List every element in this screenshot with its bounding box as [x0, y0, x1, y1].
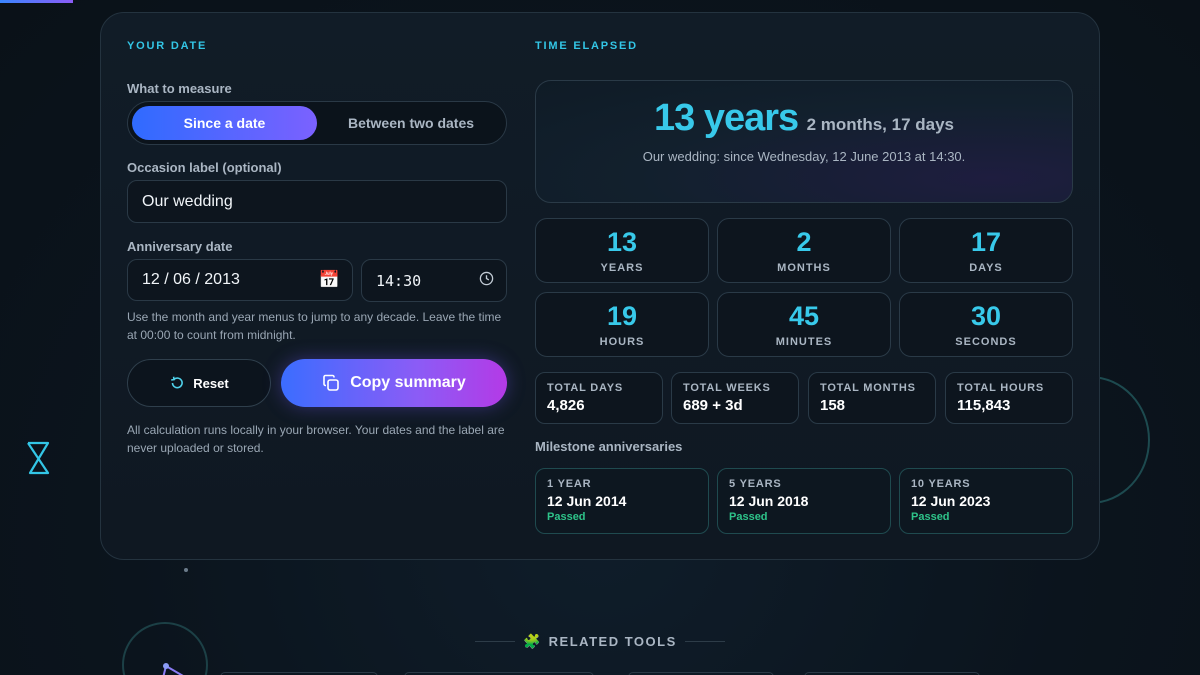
milestone-status: Passed: [547, 511, 586, 523]
milestone-card: 1 YEAR 12 Jun 2014 Passed: [535, 468, 709, 534]
unit-hours: 19 HOURS: [535, 292, 709, 357]
total-label: TOTAL DAYS: [547, 382, 624, 394]
milestone-label: 10 YEARS: [911, 478, 971, 490]
unit-label: SECONDS: [955, 336, 1017, 348]
puzzle-icon: 🧩: [523, 632, 541, 649]
calculator-card: YOUR DATE What to measure Since a date B…: [100, 12, 1100, 560]
date-input[interactable]: 12 / 06 / 2013 📅: [127, 259, 353, 301]
total-value: 689 + 3d: [683, 397, 743, 414]
reset-button[interactable]: Reset: [127, 359, 271, 407]
unit-value: 2: [796, 227, 812, 257]
reset-button-label: Reset: [193, 375, 229, 391]
anniversary-date-label: Anniversary date: [127, 239, 233, 254]
total-hours-box: TOTAL HOURS 115,843: [945, 372, 1073, 424]
total-value: 115,843: [957, 397, 1011, 414]
copy-summary-label: Copy summary: [350, 374, 466, 391]
clock-icon[interactable]: [479, 271, 494, 291]
unit-months: 2 MONTHS: [717, 218, 891, 283]
unit-value: 19: [606, 301, 638, 331]
elapsed-remainder: 2 months, 17 days: [806, 115, 954, 134]
reset-icon: [171, 376, 184, 389]
milestone-date: 12 Jun 2023: [911, 493, 991, 509]
unit-seconds: 30 SECONDS: [899, 292, 1073, 357]
section-title-your-date: YOUR DATE: [127, 40, 208, 52]
unit-days: 17 DAYS: [899, 218, 1073, 283]
unit-label: YEARS: [600, 262, 644, 274]
total-months-box: TOTAL MONTHS 158: [808, 372, 936, 424]
toggle-since-date[interactable]: Since a date: [132, 106, 317, 140]
milestone-status: Passed: [729, 511, 768, 523]
total-label: TOTAL MONTHS: [820, 382, 916, 394]
unit-value: 17: [970, 227, 1002, 257]
unit-label: MONTHS: [777, 262, 831, 274]
toggle-between-dates[interactable]: Between two dates: [318, 106, 504, 140]
unit-years: 13 YEARS: [535, 218, 709, 283]
total-label: TOTAL WEEKS: [683, 382, 771, 394]
occasion-label: Occasion label (optional): [127, 160, 282, 175]
unit-label: HOURS: [599, 336, 645, 348]
total-label: TOTAL HOURS: [957, 382, 1045, 394]
milestone-card: 5 YEARS 12 Jun 2018 Passed: [717, 468, 891, 534]
occasion-input-value: Our wedding: [142, 192, 233, 210]
measure-label: What to measure: [127, 81, 232, 96]
milestone-label: 1 YEAR: [547, 478, 592, 490]
milestone-date: 12 Jun 2014: [547, 493, 627, 509]
milestone-status: Passed: [911, 511, 950, 523]
total-days-box: TOTAL DAYS 4,826: [535, 372, 663, 424]
compass-icon: [122, 622, 208, 675]
divider: [684, 640, 725, 642]
unit-value: 45: [788, 301, 820, 331]
milestone-label: 5 YEARS: [729, 478, 782, 490]
unit-value: 30: [970, 301, 1002, 331]
unit-label: MINUTES: [775, 336, 833, 348]
copy-icon: [323, 374, 340, 391]
milestone-date: 12 Jun 2018: [729, 493, 809, 509]
date-help-text: Use the month and year menus to jump to …: [127, 310, 502, 342]
scroll-progress-bar: [0, 0, 73, 3]
elapsed-years-headline: 13 years: [654, 97, 799, 139]
milestones-title: Milestone anniversaries: [535, 439, 683, 454]
calendar-icon[interactable]: 📅: [319, 270, 340, 290]
divider: [475, 640, 516, 642]
milestone-card: 10 YEARS 12 Jun 2023 Passed: [899, 468, 1073, 534]
elapsed-summary-panel: 13 years 2 months, 17 days Our wedding: …: [535, 80, 1073, 203]
total-value: 158: [820, 397, 846, 414]
date-input-value: 12 / 06 / 2013: [142, 271, 240, 288]
privacy-note: All calculation runs locally in your bro…: [127, 423, 505, 455]
hourglass-icon: [27, 441, 50, 475]
copy-summary-button[interactable]: Copy summary: [281, 359, 507, 407]
time-input[interactable]: 14:30: [361, 259, 507, 302]
measure-toggle: Since a date Between two dates: [127, 101, 507, 145]
elapsed-description: Our wedding: since Wednesday, 12 June 20…: [642, 149, 966, 164]
related-tools-heading: 🧩 RELATED TOOLS: [466, 631, 734, 651]
unit-value: 13: [606, 227, 638, 257]
total-value: 4,826: [547, 397, 585, 414]
total-weeks-box: TOTAL WEEKS 689 + 3d: [671, 372, 799, 424]
decorative-dot: [184, 568, 188, 572]
time-input-value: 14:30: [376, 271, 422, 290]
unit-label: DAYS: [969, 262, 1003, 274]
section-title-time-elapsed: TIME ELAPSED: [535, 40, 638, 52]
occasion-input[interactable]: Our wedding: [127, 180, 507, 223]
unit-minutes: 45 MINUTES: [717, 292, 891, 357]
related-tools-title: RELATED TOOLS: [548, 633, 677, 649]
